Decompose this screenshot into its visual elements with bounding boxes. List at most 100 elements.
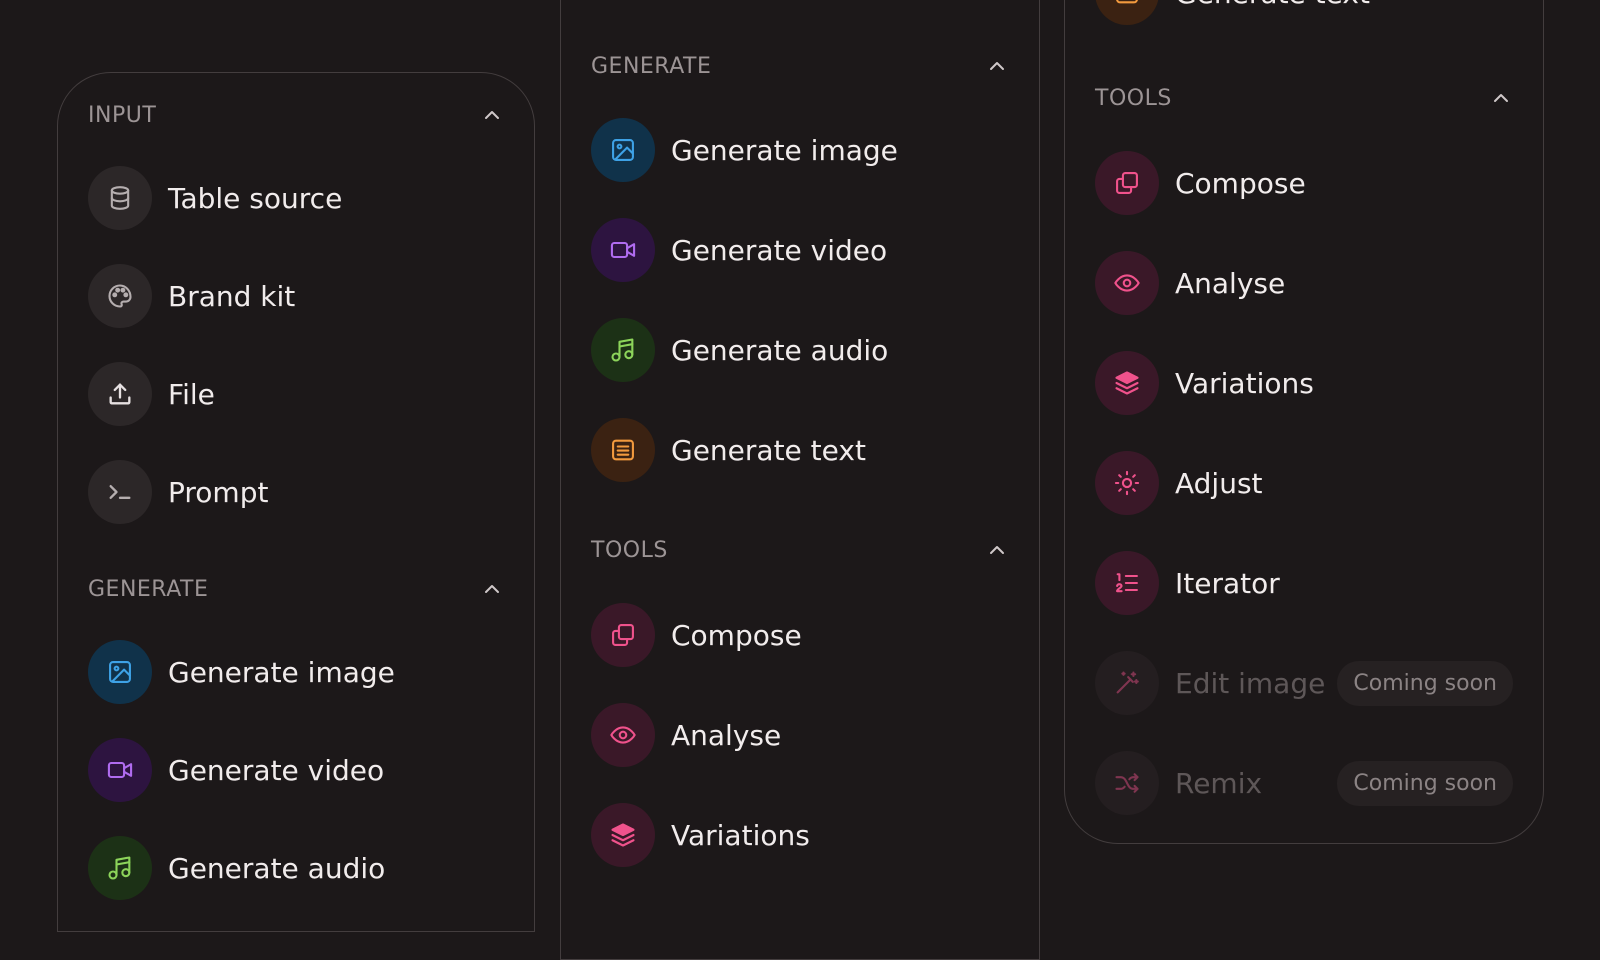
- item-label: File: [168, 377, 215, 411]
- icon-circle: [88, 362, 152, 426]
- text-icon: [1116, 0, 1138, 4]
- magic-wand-icon: [1116, 671, 1139, 694]
- icon-circle: [88, 640, 152, 704]
- section-generate-header[interactable]: GENERATE: [591, 49, 1009, 83]
- section-tools-header[interactable]: TOOLS: [1095, 81, 1513, 115]
- node-panel-3: Generate text TOOLS Compose Analyse Vari…: [1064, 0, 1544, 844]
- item-adjust[interactable]: Adjust: [1095, 451, 1513, 515]
- item-table-source[interactable]: Table source: [88, 166, 504, 230]
- item-label: Compose: [671, 618, 802, 652]
- icon-circle: [591, 418, 655, 482]
- icon-circle: [1095, 351, 1159, 415]
- item-edit-image: Edit image Coming soon: [1095, 651, 1513, 715]
- item-variations[interactable]: Variations: [1095, 351, 1513, 415]
- item-generate-audio[interactable]: Generate audio: [591, 318, 1009, 382]
- icon-circle: [1095, 751, 1159, 815]
- item-label: Brand kit: [168, 279, 296, 313]
- item-label: Generate image: [168, 655, 395, 689]
- item-compose[interactable]: Compose: [1095, 151, 1513, 215]
- section-title: TOOLS: [1095, 85, 1172, 111]
- item-label: Generate image: [671, 133, 898, 167]
- icon-circle: [1095, 0, 1159, 25]
- item-generate-video[interactable]: Generate video: [88, 738, 504, 802]
- node-panel-1: INPUT Table source Brand kit File Prompt…: [57, 72, 535, 932]
- icon-circle: [1095, 151, 1159, 215]
- item-label: Edit image: [1175, 666, 1326, 700]
- icon-circle: [591, 703, 655, 767]
- item-variations[interactable]: Variations: [591, 803, 1009, 867]
- node-panel-2: GENERATE Generate image Generate video G…: [560, 0, 1040, 960]
- image-icon: [612, 139, 634, 161]
- item-label: Generate text: [1175, 0, 1370, 10]
- item-prompt[interactable]: Prompt: [88, 460, 504, 524]
- item-label: Variations: [671, 818, 810, 852]
- item-iterator[interactable]: Iterator: [1095, 551, 1513, 615]
- item-label: Generate text: [671, 433, 866, 467]
- icon-circle: [591, 118, 655, 182]
- chevron-up-icon[interactable]: [985, 54, 1009, 78]
- chevron-up-icon[interactable]: [480, 103, 504, 127]
- icon-circle: [591, 318, 655, 382]
- item-generate-text[interactable]: Generate text: [1095, 0, 1513, 25]
- video-icon: [107, 761, 133, 779]
- item-generate-image[interactable]: Generate image: [88, 640, 504, 704]
- item-label: Remix: [1175, 766, 1263, 800]
- chevron-up-icon[interactable]: [985, 538, 1009, 562]
- layers-icon: [1115, 371, 1139, 395]
- item-label: Analyse: [671, 718, 782, 752]
- item-label: Generate audio: [671, 333, 889, 367]
- shuffle-icon: [1115, 773, 1139, 793]
- terminal-icon: [109, 485, 131, 499]
- coming-soon-badge: Coming soon: [1337, 760, 1513, 806]
- item-generate-text[interactable]: Generate text: [591, 418, 1009, 482]
- item-label: Adjust: [1175, 466, 1263, 500]
- section-title: GENERATE: [591, 53, 712, 79]
- section-tools-header[interactable]: TOOLS: [591, 533, 1009, 567]
- video-icon: [610, 241, 636, 259]
- item-label: Table source: [168, 181, 343, 215]
- icon-circle: [88, 166, 152, 230]
- image-icon: [109, 661, 131, 683]
- palette-icon: [108, 284, 132, 308]
- icon-circle: [88, 836, 152, 900]
- icon-circle: [1095, 651, 1159, 715]
- item-generate-image[interactable]: Generate image: [591, 118, 1009, 182]
- section-title: GENERATE: [88, 576, 209, 602]
- item-generate-video[interactable]: Generate video: [591, 218, 1009, 282]
- icon-circle: [1095, 451, 1159, 515]
- icon-circle: [591, 218, 655, 282]
- copy-icon: [1116, 172, 1138, 194]
- icon-circle: [1095, 551, 1159, 615]
- icon-circle: [591, 603, 655, 667]
- list-ordered-icon: [1116, 573, 1138, 593]
- icon-circle: [1095, 251, 1159, 315]
- item-compose[interactable]: Compose: [591, 603, 1009, 667]
- section-generate-header[interactable]: GENERATE: [88, 572, 504, 606]
- item-analyse[interactable]: Analyse: [591, 703, 1009, 767]
- eye-icon: [610, 726, 636, 744]
- sun-icon: [1114, 470, 1140, 496]
- icon-circle: [88, 264, 152, 328]
- section-input-header[interactable]: INPUT: [88, 98, 504, 132]
- item-generate-audio[interactable]: Generate audio: [88, 836, 504, 900]
- item-label: Generate video: [671, 233, 888, 267]
- icon-circle: [591, 803, 655, 867]
- music-icon: [611, 338, 634, 362]
- copy-icon: [612, 624, 634, 646]
- section-title: INPUT: [88, 102, 157, 128]
- item-label: Analyse: [1175, 266, 1286, 300]
- item-brand-kit[interactable]: Brand kit: [88, 264, 504, 328]
- coming-soon-badge: Coming soon: [1337, 660, 1513, 706]
- chevron-up-icon[interactable]: [480, 577, 504, 601]
- item-label: Generate video: [168, 753, 385, 787]
- item-file[interactable]: File: [88, 362, 504, 426]
- item-label: Compose: [1175, 166, 1306, 200]
- upload-icon: [109, 383, 131, 405]
- item-label: Prompt: [168, 475, 269, 509]
- item-label: Iterator: [1175, 566, 1280, 600]
- chevron-up-icon[interactable]: [1489, 86, 1513, 110]
- eye-icon: [1114, 274, 1140, 292]
- icon-circle: [88, 460, 152, 524]
- item-analyse[interactable]: Analyse: [1095, 251, 1513, 315]
- music-icon: [108, 856, 131, 880]
